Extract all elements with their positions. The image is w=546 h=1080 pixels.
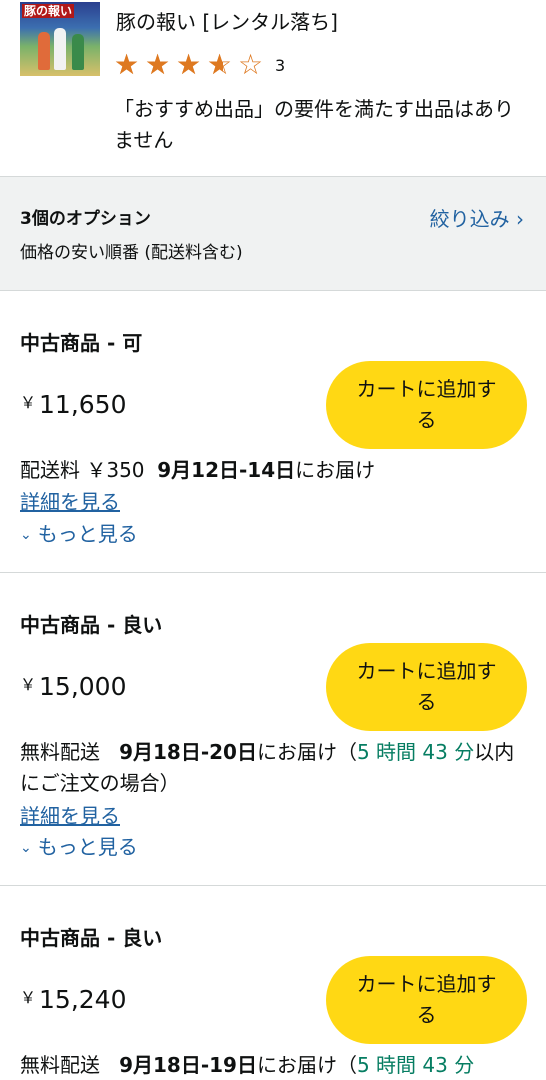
thumbnail-figure: [72, 34, 84, 70]
delivery-date: 9月18日-20日: [119, 740, 257, 764]
delivery-info: 無料配送 9月18日-20日にお届け（5 時間 43 分以内にご注文の場合）: [20, 737, 530, 799]
delivery-suffix: にお届け: [295, 458, 376, 482]
price-value: 15,240: [39, 985, 127, 1014]
star-half-icon: ☆ ★: [207, 48, 233, 81]
product-thumbnail[interactable]: 豚の報い: [20, 2, 100, 76]
options-count: 3個のオプション: [20, 209, 151, 229]
delivery-suffix: にお届け（: [256, 740, 357, 764]
delivery-date: 9月12日-14日: [157, 458, 296, 482]
no-recommended-offer-notice: 「おすすめ出品」の要件を満たす出品はありません: [114, 97, 514, 152]
delivery-date: 9月18日-19日: [119, 1053, 257, 1077]
price-value: 15,000: [39, 672, 127, 701]
shipping-fee: 無料配送: [20, 740, 100, 764]
add-to-cart-button[interactable]: カートに追加する: [326, 956, 527, 1044]
offer-condition: 中古商品 - 良い: [20, 613, 163, 637]
product-header: 豚の報い 豚の報い [レンタル落ち] ☆ ★ ☆ ★ ☆ ★ ☆ ★ ☆ 3 「おすすめ…: [0, 0, 546, 177]
options-bar: 3個のオプション 価格の安い順番 (配送料含む) 絞り込み ›: [0, 177, 546, 291]
product-title[interactable]: 豚の報い [レンタル落ち]: [116, 8, 338, 36]
chevron-down-icon: ⌄: [20, 840, 32, 856]
currency-symbol: ￥: [20, 675, 37, 694]
shipping-fee: 無料配送: [20, 1053, 100, 1077]
see-more-link[interactable]: ⌄ もっと見る: [20, 518, 138, 547]
details-link[interactable]: 詳細を見る: [20, 486, 120, 515]
filter-link[interactable]: 絞り込み ›: [430, 203, 524, 232]
order-countdown: 5 時間 43 分: [356, 740, 475, 764]
sort-label: 価格の安い順番 (配送料含む): [20, 243, 243, 263]
offer-price: ￥ 15,240: [20, 984, 127, 1014]
details-link[interactable]: 詳細を見る: [20, 800, 120, 829]
thumbnail-figure: [54, 28, 66, 70]
thumbnail-figure: [38, 32, 50, 70]
shipping-fee: 配送料 ￥350: [20, 458, 145, 482]
offer-item: 中古商品 - 良い ￥ 15,000 カートに追加する 無料配送 9月18日-20…: [0, 573, 546, 886]
offer-item: 中古商品 - 良い ￥ 15,240 カートに追加する 無料配送 9月18日-19…: [0, 886, 546, 1080]
rating-count[interactable]: 3: [275, 56, 285, 75]
delivery-suffix: にお届け（: [256, 1053, 357, 1077]
thumbnail-title: 豚の報い: [22, 4, 75, 18]
currency-symbol: ￥: [20, 393, 37, 412]
see-more-label: もっと見る: [37, 835, 138, 859]
star-full-icon: ☆ ★: [114, 48, 140, 81]
offer-price: ￥ 11,650: [20, 389, 127, 419]
currency-symbol: ￥: [20, 988, 37, 1007]
offer-condition: 中古商品 - 可: [20, 331, 143, 355]
price-value: 11,650: [39, 390, 127, 419]
star-rating[interactable]: ☆ ★ ☆ ★ ☆ ★ ☆ ★ ☆ 3: [114, 50, 285, 80]
star-empty-icon: ☆: [238, 48, 264, 81]
star-full-icon: ☆ ★: [176, 48, 202, 81]
order-countdown: 5 時間 43 分: [356, 1053, 475, 1077]
see-more-link[interactable]: ⌄ もっと見る: [20, 831, 138, 860]
offer-condition: 中古商品 - 良い: [20, 926, 163, 950]
chevron-down-icon: ⌄: [20, 527, 32, 543]
offer-item: 中古商品 - 可 ￥ 11,650 カートに追加する 配送料 ￥350 9月12日…: [0, 291, 546, 573]
add-to-cart-button[interactable]: カートに追加する: [326, 361, 527, 449]
delivery-info: 配送料 ￥350 9月12日-14日にお届け: [20, 455, 530, 486]
star-full-icon: ☆ ★: [145, 48, 171, 81]
add-to-cart-button[interactable]: カートに追加する: [326, 643, 527, 731]
offer-price: ￥ 15,000: [20, 671, 127, 701]
delivery-info: 無料配送 9月18日-19日にお届け（5 時間 43 分: [20, 1050, 530, 1080]
see-more-label: もっと見る: [37, 522, 138, 546]
